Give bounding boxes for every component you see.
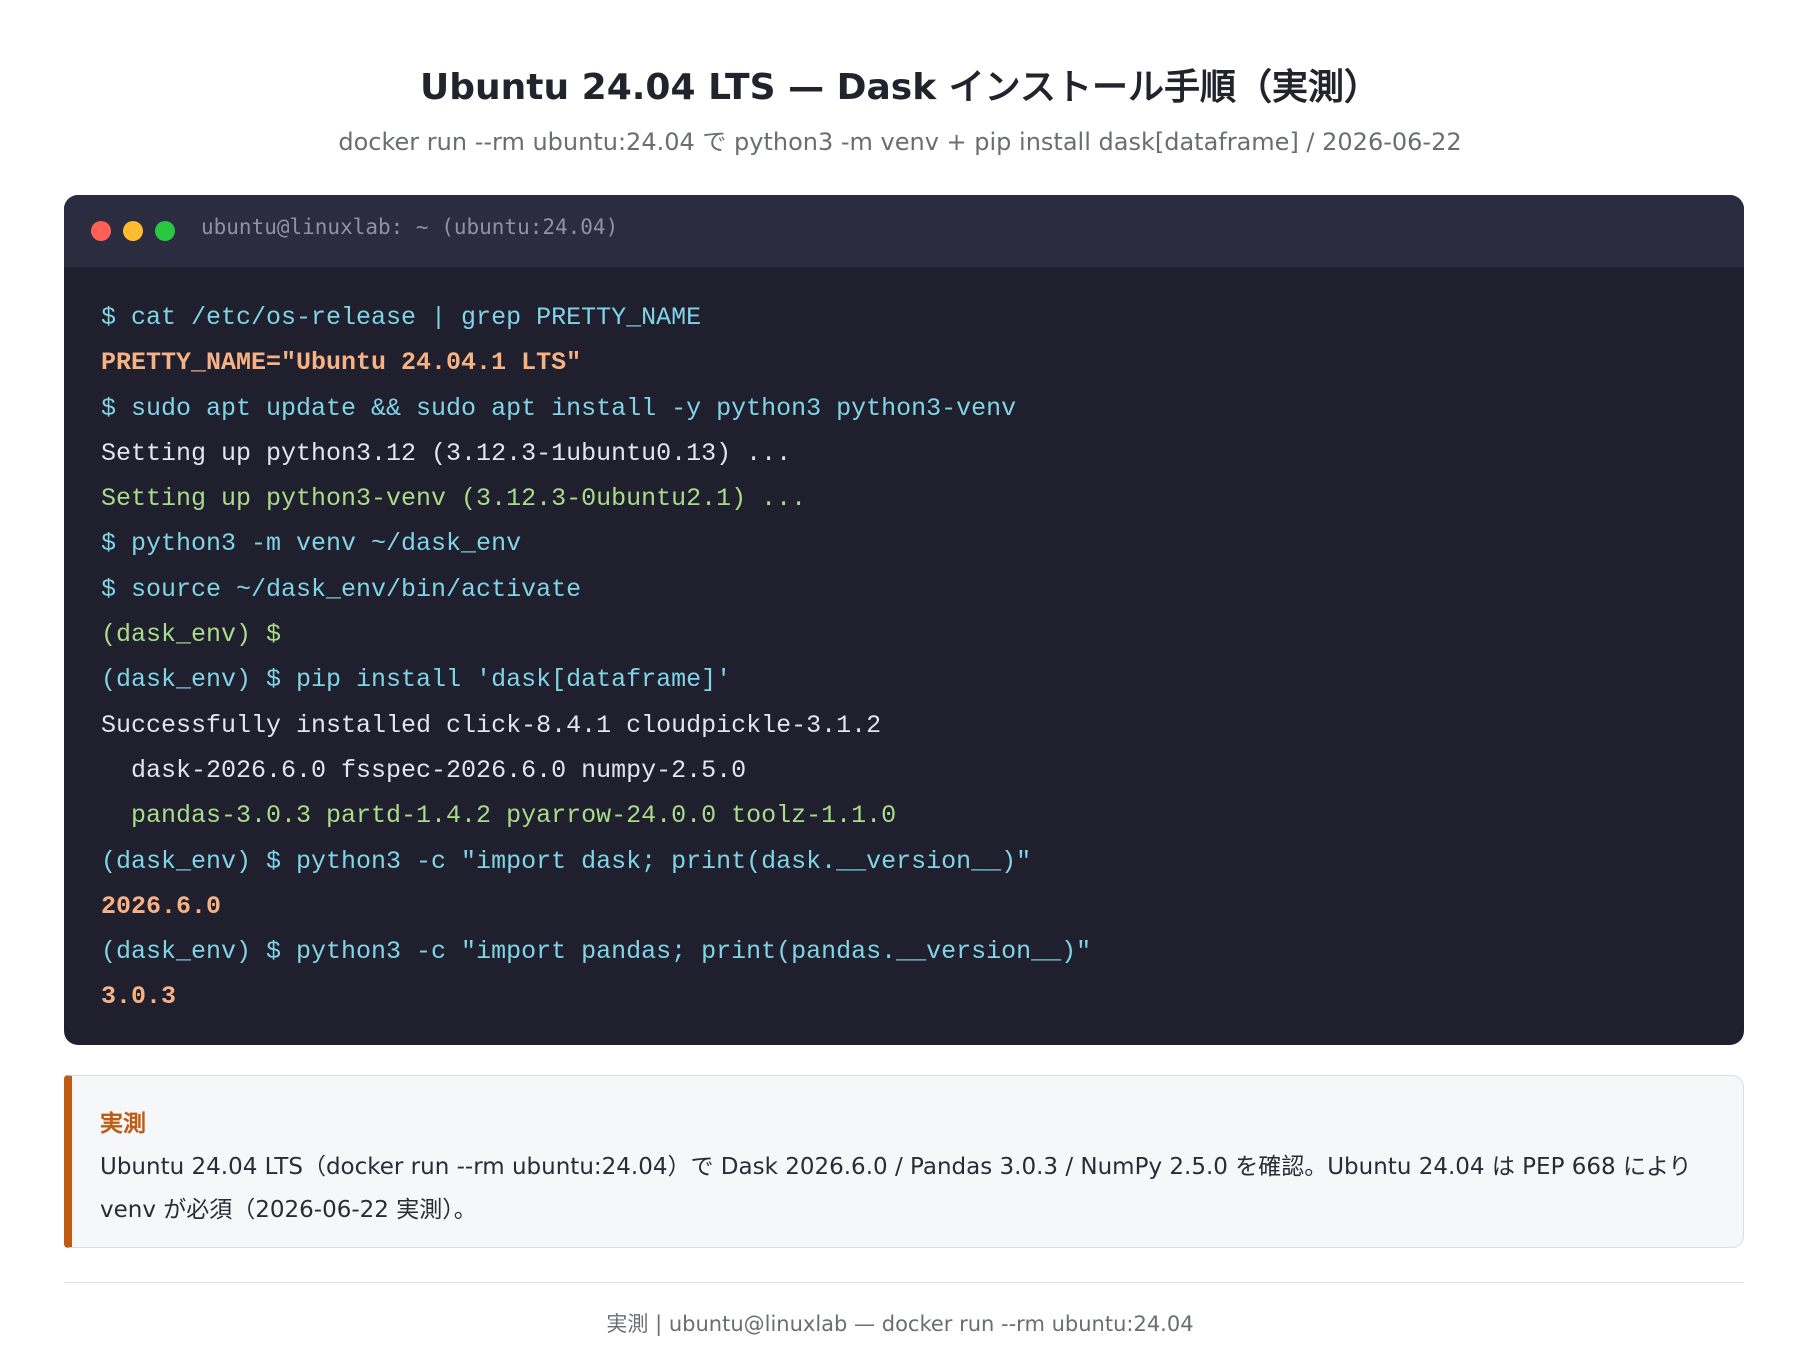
terminal-line: Setting up python3.12 (3.12.3-1ubuntu0.1… [101, 438, 792, 468]
terminal-output[interactable]: $ cat /etc/os-release | grep PRETTY_NAME… [64, 267, 1744, 1020]
note-label: 実測 [100, 1111, 146, 1137]
terminal-titlebar[interactable]: ubuntu@linuxlab: ~ (ubuntu:24.04) [64, 195, 1744, 267]
footer-text: 実測 | ubuntu@linuxlab — docker run --rm u… [606, 1312, 1194, 1336]
terminal-line: Successfully installed click-8.4.1 cloud… [101, 710, 882, 740]
note-text: Ubuntu 24.04 LTS（docker run --rm ubuntu:… [100, 1154, 1692, 1223]
terminal-window[interactable]: ubuntu@linuxlab: ~ (ubuntu:24.04) $ cat … [64, 195, 1744, 1045]
terminal-line: $ source ~/dask_env/bin/activate [101, 574, 582, 604]
terminal-line: (dask_env) $ pip install 'dask[dataframe… [101, 665, 732, 695]
maximize-window-icon[interactable] [155, 221, 175, 241]
minimize-window-icon[interactable] [123, 221, 143, 241]
terminal-line: $ python3 -m venv ~/dask_env [101, 529, 522, 559]
footer-divider [64, 1282, 1744, 1283]
terminal-line: $ cat /etc/os-release | grep PRETTY_NAME [101, 303, 702, 332]
terminal-line: (dask_env) $ [101, 620, 282, 650]
terminal-line: 3.0.3 [101, 982, 177, 1012]
terminal-title: ubuntu@linuxlab: ~ (ubuntu:24.04) [201, 215, 619, 239]
terminal-line: 2026.6.0 [101, 891, 222, 921]
terminal-line: dask-2026.6.0 fsspec-2026.6.0 numpy-2.5.… [101, 755, 747, 785]
close-window-icon[interactable] [91, 221, 111, 241]
page-subtitle: docker run --rm ubuntu:24.04 で python3 -… [338, 128, 1462, 156]
terminal-line: (dask_env) $ python3 -c "import pandas; … [101, 937, 1092, 967]
page: Ubuntu 24.04 LTS — Dask インストール手順（実測） doc… [0, 0, 1800, 1372]
terminal-line: pandas-3.0.3 partd-1.4.2 pyarrow-24.0.0 … [101, 801, 897, 831]
page-title: Ubuntu 24.04 LTS — Dask インストール手順（実測） [420, 67, 1380, 108]
terminal-line: PRETTY_NAME="Ubuntu 24.04.1 LTS" [101, 348, 582, 378]
note-callout: 実測 Ubuntu 24.04 LTS（docker run --rm ubun… [64, 1075, 1744, 1248]
terminal-line: $ sudo apt update && sudo apt install -y… [101, 393, 1017, 423]
terminal-line: (dask_env) $ python3 -c "import dask; pr… [101, 846, 1032, 876]
terminal-line: Setting up python3-venv (3.12.3-0ubuntu2… [101, 484, 807, 514]
